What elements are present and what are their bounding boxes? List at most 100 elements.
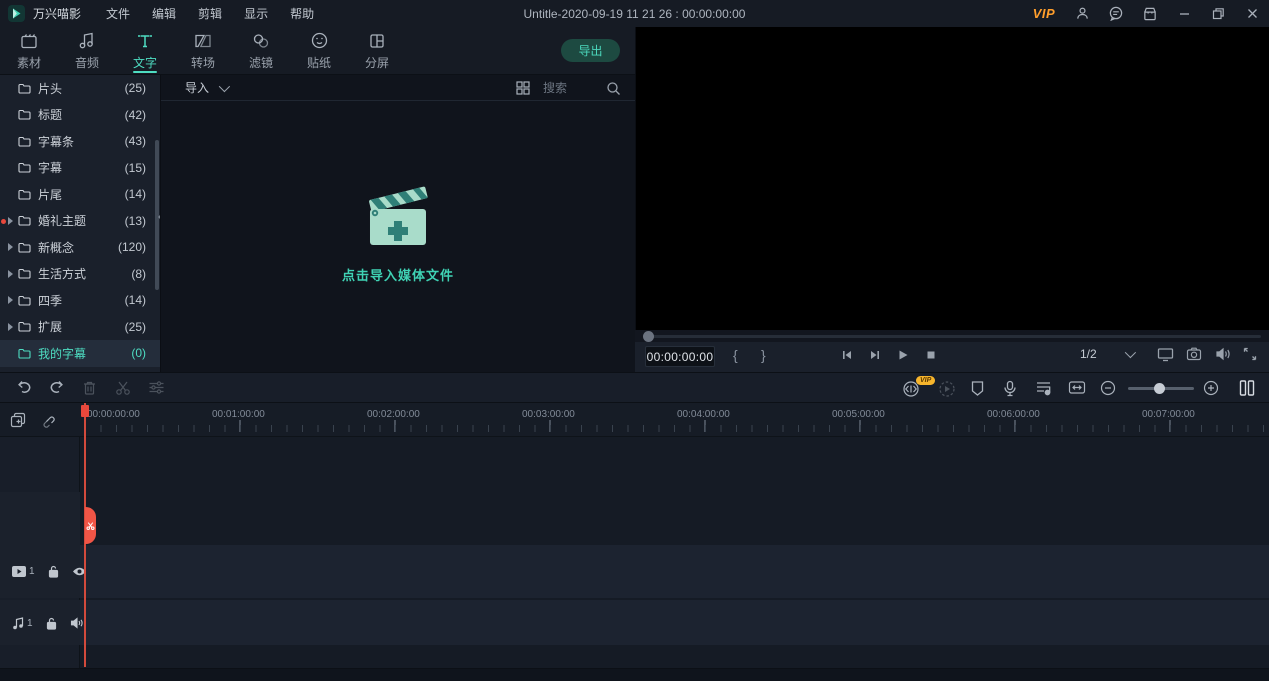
expand-arrow-icon[interactable] — [8, 243, 13, 251]
export-button[interactable]: 导出 — [561, 39, 620, 62]
vip-badge: VIP — [916, 376, 935, 385]
sidebar-item-seasons[interactable]: 四季 (14) — [0, 287, 160, 314]
audio-track-lane[interactable] — [80, 600, 1269, 645]
play-button[interactable] — [896, 348, 910, 362]
search-icon[interactable] — [606, 81, 621, 96]
close-button[interactable] — [1235, 0, 1269, 27]
tab-transitions[interactable]: 转场 — [174, 27, 232, 75]
menu-view[interactable]: 显示 — [233, 5, 279, 22]
timeline-zoom-slider[interactable] — [1128, 387, 1194, 390]
sidebar-item-endcredits[interactable]: 片尾 (14) — [0, 181, 160, 208]
playhead-split-handle[interactable] — [85, 507, 96, 544]
effects-icon — [252, 32, 270, 50]
link-clips-icon[interactable] — [40, 413, 55, 428]
sidebar-item-lowerthirds[interactable]: 字幕条 (43) — [0, 128, 160, 155]
expand-arrow-icon[interactable] — [8, 296, 13, 304]
ruler-label: 00:03:00:00 — [522, 409, 575, 420]
item-count: (8) — [131, 267, 146, 281]
sidebar-item-extension[interactable]: 扩展 (25) — [0, 314, 160, 341]
sidebar-item-wedding[interactable]: 婚礼主题 (13) — [0, 208, 160, 235]
tab-splitscreen[interactable]: 分屏 — [348, 27, 406, 75]
tab-label: 贴纸 — [307, 54, 331, 71]
restore-button[interactable] — [1201, 0, 1235, 27]
display-device-icon[interactable] — [1157, 347, 1174, 362]
seek-track[interactable] — [645, 335, 1261, 338]
import-dropdown[interactable]: 导入 — [185, 79, 227, 96]
grid-view-icon[interactable] — [516, 81, 530, 95]
render-preview-button[interactable] — [938, 380, 956, 398]
item-count: (42) — [125, 108, 146, 122]
preview-seekbar[interactable] — [635, 330, 1269, 342]
ruler-label: 00:01:00:00 — [212, 409, 265, 420]
manage-tracks-icon[interactable] — [10, 412, 26, 428]
fullscreen-icon[interactable] — [1243, 347, 1257, 361]
audio-track-number: 1 — [27, 618, 33, 629]
app-logo-icon — [8, 5, 25, 22]
account-icon[interactable] — [1065, 0, 1099, 27]
expand-arrow-icon[interactable] — [8, 323, 13, 331]
media-library-panel: 导入 — [160, 75, 635, 372]
preview-viewport — [635, 27, 1269, 330]
sidebar-item-subtitles[interactable]: 字幕 (15) — [0, 155, 160, 182]
video-track-controls: 1 — [12, 559, 80, 583]
tab-text[interactable]: 文字 — [116, 27, 174, 75]
marker-button[interactable] — [970, 380, 985, 397]
tab-audio[interactable]: 音频 — [58, 27, 116, 75]
advanced-properties-button[interactable] — [148, 380, 165, 395]
sidebar-item-openers[interactable]: 片头 (25) — [0, 75, 160, 102]
folder-icon — [18, 136, 31, 147]
search-input[interactable] — [541, 80, 606, 96]
video-track-lane[interactable] — [80, 545, 1269, 598]
previous-frame-button[interactable] — [840, 348, 854, 362]
undo-button[interactable] — [16, 380, 32, 395]
mark-out-button[interactable]: } — [761, 347, 766, 363]
timeline-ruler[interactable]: 00:00:00:00 00:01:00:00 00:02:00:00 00:0… — [0, 403, 1269, 437]
tab-media[interactable]: 素材 — [0, 27, 58, 75]
volume-icon[interactable] — [1215, 347, 1231, 361]
menu-help[interactable]: 帮助 — [279, 5, 325, 22]
text-icon — [136, 32, 154, 50]
auto-ripple-button[interactable] — [1068, 380, 1086, 395]
expand-arrow-icon[interactable] — [8, 217, 13, 225]
mark-in-button[interactable]: { — [733, 347, 738, 363]
menu-edit[interactable]: 编辑 — [141, 5, 187, 22]
minimize-button[interactable] — [1167, 0, 1201, 27]
zoom-in-button[interactable] — [1203, 380, 1219, 396]
folder-icon — [18, 295, 31, 306]
playhead-head[interactable] — [81, 405, 89, 417]
import-media-dropzone[interactable]: 点击导入媒体文件 — [342, 183, 454, 284]
menu-clip[interactable]: 剪辑 — [187, 5, 233, 22]
tab-stickers[interactable]: 贴纸 — [290, 27, 348, 75]
record-voiceover-button[interactable] — [1003, 380, 1017, 397]
next-frame-button[interactable] — [868, 348, 882, 362]
menu-file[interactable]: 文件 — [95, 5, 141, 22]
mute-speaker-icon[interactable] — [70, 617, 84, 629]
zoom-slider-knob[interactable] — [1154, 383, 1165, 394]
audio-mixer-button[interactable] — [1035, 380, 1052, 396]
new-badge-dot — [1, 219, 6, 224]
expand-arrow-icon[interactable] — [8, 270, 13, 278]
sidebar-item-titles[interactable]: 标题 (42) — [0, 102, 160, 129]
sidebar-item-newconcept[interactable]: 新概念 (120) — [0, 234, 160, 261]
stop-button[interactable] — [924, 348, 938, 362]
lock-icon[interactable] — [48, 565, 59, 578]
zoom-out-button[interactable] — [1100, 380, 1116, 396]
seek-knob[interactable] — [643, 331, 654, 342]
store-icon[interactable] — [1133, 0, 1167, 27]
redo-button[interactable] — [49, 380, 65, 395]
pane-layout-button[interactable] — [1238, 379, 1256, 397]
preview-quality-dropdown[interactable]: 1/2 — [1080, 347, 1133, 361]
sidebar-item-my-subtitles[interactable]: 我的字幕 (0) — [0, 340, 160, 367]
video-track-icon — [12, 566, 26, 577]
snapshot-camera-icon[interactable] — [1186, 347, 1202, 361]
feedback-chat-icon[interactable] — [1099, 0, 1133, 27]
media-icon — [20, 32, 38, 50]
ruler-minor-ticks — [85, 425, 1269, 432]
tab-effects[interactable]: 滤镜 — [232, 27, 290, 75]
preview-controls-bar: 00:00:00:00 { } 1/2 — [635, 342, 1269, 372]
lock-icon[interactable] — [46, 617, 57, 630]
split-scissors-button[interactable] — [115, 380, 131, 396]
sidebar-item-lifestyle[interactable]: 生活方式 (8) — [0, 261, 160, 288]
delete-button[interactable] — [82, 380, 97, 396]
vip-membership-button[interactable]: VIP — [1027, 0, 1061, 27]
